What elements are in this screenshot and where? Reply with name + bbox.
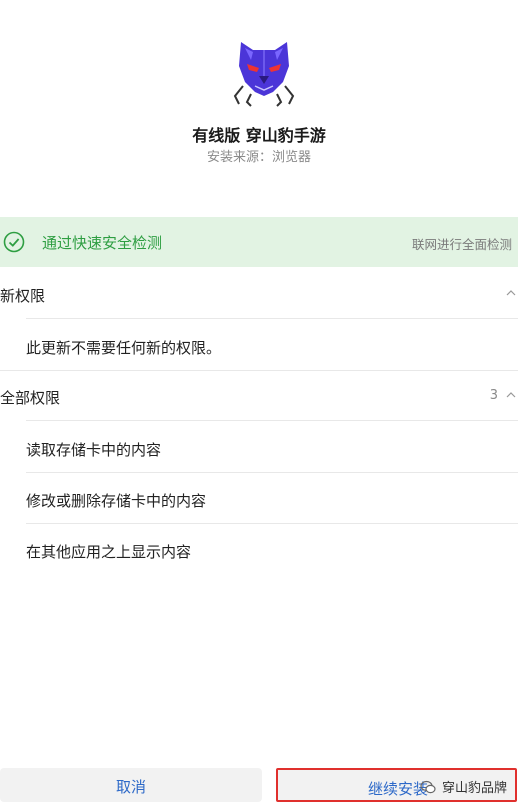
- watermark-text: 穿山豹品牌: [442, 781, 508, 796]
- list-item: 此更新不需要任何新的权限。: [0, 320, 518, 372]
- permission-label: 修改或删除存储卡中的内容: [26, 492, 207, 510]
- permission-label: 在其他应用之上显示内容: [26, 543, 192, 561]
- list-item: 读取存储卡中的内容: [0, 422, 518, 474]
- divider: [26, 420, 518, 421]
- divider: [26, 318, 518, 319]
- app-header: 有线版 穿山豹手游 安装来源：浏览器: [0, 0, 518, 215]
- section-all-permissions[interactable]: 全部权限 3: [0, 370, 518, 422]
- permission-label: 此更新不需要任何新的权限。: [26, 339, 222, 357]
- check-circle-icon: [3, 231, 25, 253]
- panther-logo-icon: [233, 42, 295, 107]
- chevron-up-icon: [506, 392, 516, 398]
- cancel-button-label: 取消: [115, 778, 146, 796]
- security-scan-banner: 通过快速安全检测 联网进行全面检测: [0, 217, 518, 267]
- continue-install-label: 继续安装: [368, 780, 429, 798]
- section-new-permissions[interactable]: 新权限: [0, 268, 518, 320]
- list-item: 在其他应用之上显示内容: [0, 524, 518, 576]
- scan-status-text: 通过快速安全检测: [42, 234, 163, 252]
- app-name: 有线版 穿山豹手游: [192, 126, 326, 145]
- full-scan-link[interactable]: 联网进行全面检测: [412, 234, 512, 253]
- permission-count: 3: [489, 388, 498, 403]
- bottom-action-bar: 取消 继续安装: [0, 768, 518, 806]
- section-title: 新权限: [0, 287, 46, 305]
- chevron-up-icon: [506, 290, 516, 296]
- install-source: 安装来源：浏览器: [206, 150, 311, 165]
- list-item: 修改或删除存储卡中的内容: [0, 473, 518, 525]
- wechat-logo-icon: [420, 780, 436, 794]
- permission-label: 读取存储卡中的内容: [26, 441, 162, 459]
- section-title: 全部权限: [0, 389, 61, 407]
- cancel-button[interactable]: 取消: [0, 768, 262, 802]
